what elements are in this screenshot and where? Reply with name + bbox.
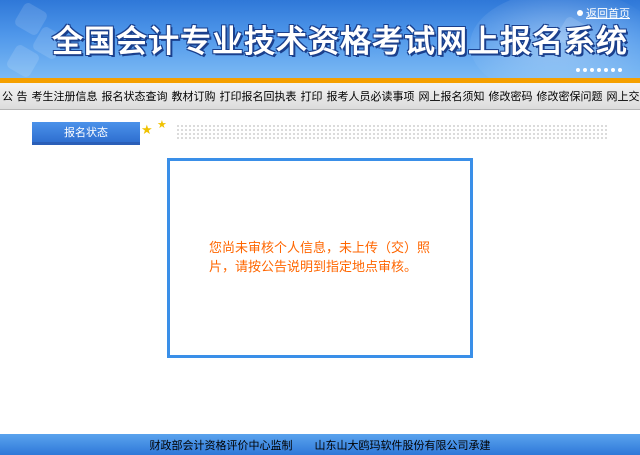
footer: 财政部会计资格评价中心监制 山东山大鸥玛软件股份有限公司承建 bbox=[0, 434, 640, 455]
nav-must-read[interactable]: 报考人员必读事项 bbox=[325, 88, 417, 104]
main-nav: 公 告 考生注册信息 报名状态查询 教材订购 打印报名回执表 打印 报考人员必读… bbox=[0, 83, 640, 110]
header-banner: 全国会计专业技术资格考试网上报名系统 返回首页 bbox=[0, 0, 640, 78]
nav-online-payment[interactable]: 网上交费 bbox=[605, 88, 640, 104]
dotted-divider bbox=[176, 124, 608, 140]
tab-registration-status[interactable]: 报名状态 bbox=[32, 122, 140, 145]
dots-decoration bbox=[576, 68, 622, 72]
system-title: 全国会计专业技术资格考试网上报名系统 bbox=[52, 24, 628, 60]
return-home-label: 返回首页 bbox=[586, 7, 630, 20]
nav-print[interactable]: 打印 bbox=[299, 88, 325, 104]
nav-announcement[interactable]: 公 告 bbox=[0, 88, 30, 104]
nav-registration-notice[interactable]: 网上报名须知 bbox=[417, 88, 487, 104]
star-icon: ★ bbox=[141, 123, 153, 138]
nav-change-password[interactable]: 修改密码 bbox=[487, 88, 535, 104]
tab-row: 报名状态 ★ ★ bbox=[0, 118, 640, 145]
footer-developer: 山东山大鸥玛软件股份有限公司承建 bbox=[314, 438, 491, 452]
nav-candidate-registration[interactable]: 考生注册信息 bbox=[30, 88, 100, 104]
bullet-icon bbox=[577, 10, 583, 16]
status-message: 您尚未审核个人信息，未上传（交）照片，请按公告说明到指定地点审核。 bbox=[209, 241, 431, 275]
nav-status-query[interactable]: 报名状态查询 bbox=[100, 88, 170, 104]
star-icon: ★ bbox=[157, 118, 167, 131]
footer-supervisor: 财政部会计资格评价中心监制 bbox=[149, 438, 293, 452]
return-home-link[interactable]: 返回首页 bbox=[577, 5, 630, 21]
nav-change-security-question[interactable]: 修改密保问题 bbox=[535, 88, 605, 104]
message-box: 您尚未审核个人信息，未上传（交）照片，请按公告说明到指定地点审核。 bbox=[167, 158, 473, 358]
nav-textbook-order[interactable]: 教材订购 bbox=[170, 88, 218, 104]
tab-label: 报名状态 bbox=[64, 126, 108, 139]
nav-print-receipt[interactable]: 打印报名回执表 bbox=[218, 88, 299, 104]
